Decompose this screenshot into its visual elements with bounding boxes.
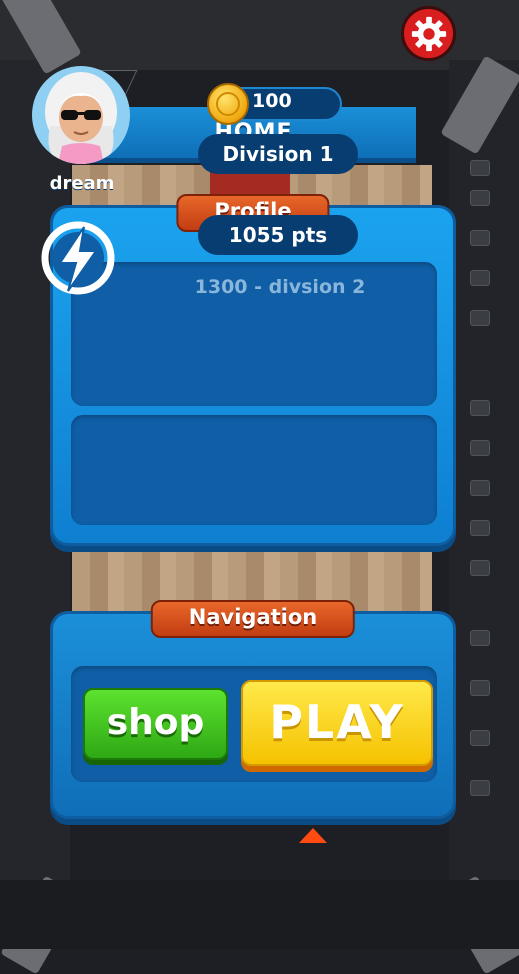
rank-info-box [71, 415, 437, 525]
scroll-indicator-arrow [299, 828, 327, 843]
coin-icon [207, 83, 249, 125]
navigation-tab-label: Navigation [150, 600, 356, 638]
seat [470, 270, 490, 286]
seat [470, 630, 490, 646]
points-display: 1055 pts [198, 215, 358, 255]
lightning-bolt-icon [41, 221, 115, 295]
seat [470, 160, 490, 176]
play-button[interactable]: PLAY [241, 680, 433, 766]
settings-button[interactable] [401, 6, 456, 61]
seat [470, 400, 490, 416]
seat [470, 190, 490, 206]
arena-bottom [0, 880, 519, 949]
seat [470, 310, 490, 326]
seat [470, 680, 490, 696]
navigation-panel: Navigation shop PLAY [50, 600, 456, 819]
seat [470, 440, 490, 456]
seat [470, 780, 490, 796]
division-badge: Division 1 [198, 134, 358, 174]
seat [470, 560, 490, 576]
seat [470, 520, 490, 536]
gear-icon [411, 16, 446, 51]
seat [470, 230, 490, 246]
shop-button[interactable]: shop [83, 688, 228, 760]
username: dream [49, 173, 115, 194]
avatar[interactable] [32, 66, 130, 164]
next-division-target: 1300 - divsion 2 [194, 276, 366, 298]
avatar-image [45, 72, 117, 164]
coin-count: 100 [252, 90, 292, 112]
seat [470, 730, 490, 746]
seat [470, 480, 490, 496]
stands-right [449, 60, 519, 880]
